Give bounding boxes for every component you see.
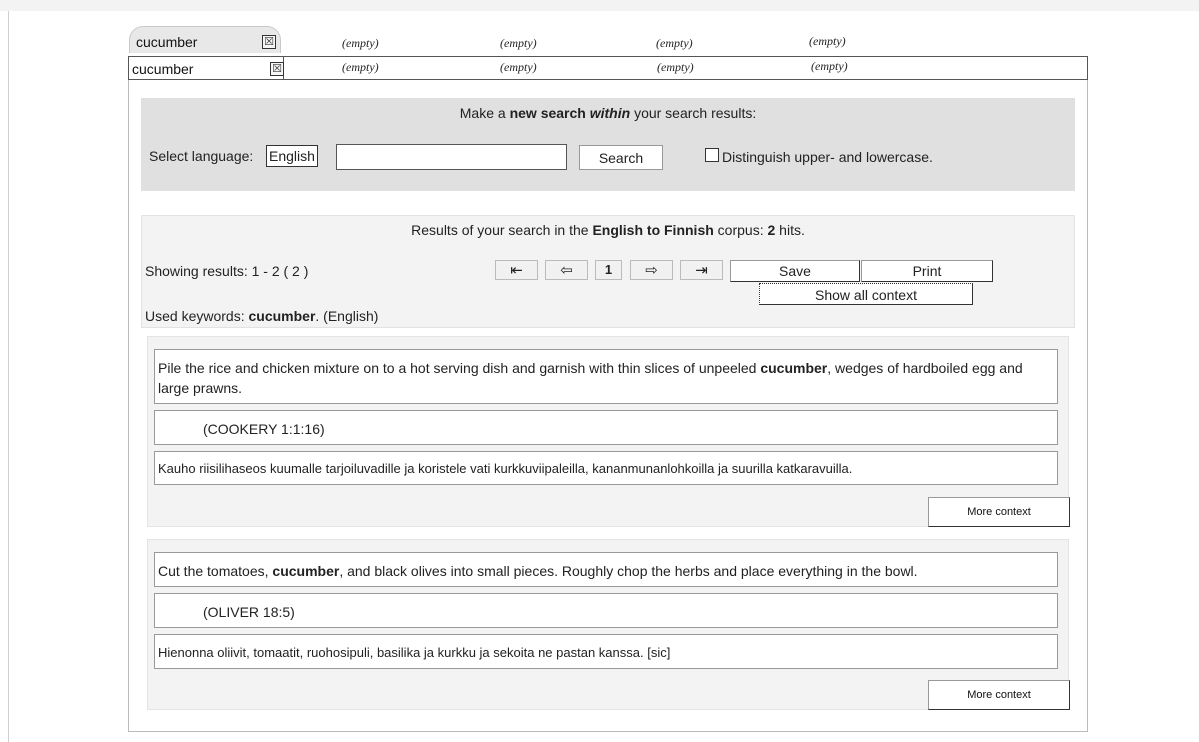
first-page-button[interactable]: ⇤ — [495, 260, 538, 280]
tab-slot-empty[interactable]: (empty) — [500, 60, 537, 75]
close-tab-icon[interactable]: ☒ — [270, 62, 284, 76]
hit-count: 2 — [767, 222, 776, 238]
source-text: Pile the rice and chicken mixture on to … — [158, 360, 757, 376]
first-page-icon: ⇤ — [510, 261, 523, 279]
next-page-button[interactable]: ⇨ — [630, 260, 673, 280]
tab-term: cucumber — [132, 61, 194, 77]
tab-slot-empty[interactable]: (empty) — [500, 36, 537, 51]
top-strip — [0, 0, 1199, 11]
left-border — [8, 11, 9, 742]
source-text: Cut the tomatoes, — [158, 563, 269, 579]
prompt-text: Make a — [459, 105, 506, 121]
prompt-within: within — [589, 105, 631, 121]
select-language-label: Select language: — [149, 148, 254, 164]
reference-text: (OLIVER 18:5) — [203, 604, 295, 620]
case-sensitive-label: Distinguish upper- and lowercase. — [722, 149, 933, 165]
corpus-name: English to Finnish — [592, 222, 714, 238]
summary-text: Results of your search in the — [411, 222, 589, 238]
results-summary: Results of your search in the English to… — [141, 222, 1075, 238]
translation-sentence: Kauho riisilihaseos kuumalle tarjoiluvad… — [154, 451, 1058, 485]
summary-text: hits. — [779, 222, 805, 238]
showing-results: Showing results: 1 - 2 ( 2 ) — [145, 263, 309, 279]
used-keywords: Used keywords: cucumber. (English) — [145, 308, 378, 324]
show-all-context-button[interactable]: Show all context — [759, 283, 973, 305]
keyword-highlight: cucumber — [272, 563, 340, 579]
close-tab-icon[interactable]: ☒ — [262, 35, 276, 49]
search-prompt: Make a new search within your search res… — [141, 105, 1075, 121]
language-select[interactable]: English — [266, 145, 318, 167]
translation-text: Hienonna oliivit, tomaatit, ruohosipuli,… — [158, 645, 671, 660]
keyword-language: . (English) — [315, 308, 379, 324]
prompt-new-search: new search — [509, 105, 586, 121]
summary-text: corpus: — [717, 222, 764, 238]
source-sentence: Cut the tomatoes, cucumber, and black ol… — [154, 552, 1058, 587]
reference-text: (COOKERY 1:1:16) — [203, 421, 325, 437]
translation-sentence: Hienonna oliivit, tomaatit, ruohosipuli,… — [154, 634, 1058, 669]
print-button[interactable]: Print — [861, 260, 993, 282]
reference: (COOKERY 1:1:16) — [154, 410, 1058, 445]
keywords-label: Used keywords: — [145, 308, 245, 324]
source-text: , and black olives into small pieces. Ro… — [339, 563, 918, 579]
more-context-button[interactable]: More context — [928, 497, 1070, 527]
prompt-text-end: your search results: — [634, 105, 757, 121]
translation-text: Kauho riisilihaseos kuumalle tarjoiluvad… — [158, 461, 853, 476]
search-button[interactable]: Search — [579, 145, 663, 170]
tab-slot-empty[interactable]: (empty) — [342, 36, 379, 51]
save-button[interactable]: Save — [730, 260, 860, 282]
keyword: cucumber — [248, 308, 316, 324]
tab-slot-empty[interactable]: (empty) — [656, 36, 693, 51]
search-input[interactable] — [336, 144, 567, 170]
tab-slot-empty[interactable]: (empty) — [809, 34, 846, 49]
next-page-icon: ⇨ — [645, 261, 658, 279]
tab-slot-empty[interactable]: (empty) — [342, 60, 379, 75]
tab-slot-empty[interactable]: (empty) — [657, 60, 694, 75]
more-context-button[interactable]: More context — [928, 680, 1070, 710]
reference: (OLIVER 18:5) — [154, 593, 1058, 628]
prev-page-icon: ⇦ — [560, 261, 573, 279]
tab-slot-empty[interactable]: (empty) — [811, 59, 848, 74]
source-sentence: Pile the rice and chicken mixture on to … — [154, 349, 1058, 404]
current-page[interactable]: 1 — [595, 260, 622, 280]
tab-term: cucumber — [136, 34, 198, 50]
case-sensitive-checkbox[interactable] — [705, 148, 719, 162]
last-page-button[interactable]: ⇥ — [680, 260, 723, 280]
last-page-icon: ⇥ — [695, 261, 708, 279]
keyword-highlight: cucumber — [760, 360, 828, 376]
prev-page-button[interactable]: ⇦ — [545, 260, 588, 280]
